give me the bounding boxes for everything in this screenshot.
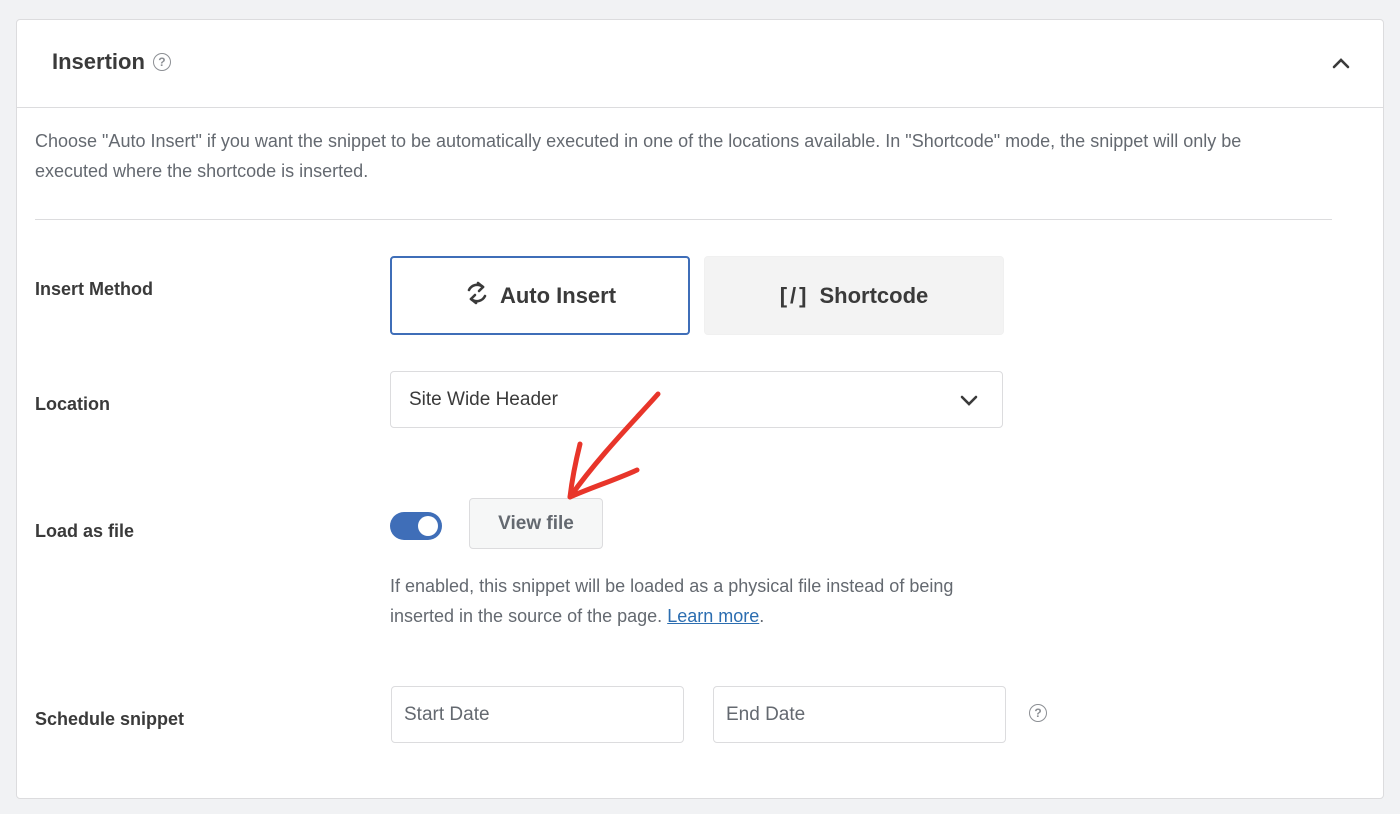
sync-icon xyxy=(464,279,490,313)
chevron-down-icon xyxy=(958,389,980,417)
end-date-input[interactable] xyxy=(713,686,1006,743)
load-as-file-label: Load as file xyxy=(35,521,135,541)
shortcode-label: Shortcode xyxy=(819,282,929,308)
shortcode-button[interactable]: [/] Shortcode xyxy=(704,256,1004,335)
location-selected-value: Site Wide Header xyxy=(409,388,558,410)
auto-insert-label: Auto Insert xyxy=(499,282,617,308)
learn-more-link[interactable]: Learn more xyxy=(667,606,759,626)
location-select[interactable]: Site Wide Header xyxy=(390,371,1003,428)
chevron-up-icon[interactable] xyxy=(1329,52,1353,76)
location-label: Location xyxy=(35,394,110,414)
view-file-button[interactable]: View file xyxy=(469,498,603,549)
panel-header[interactable]: Insertion ? xyxy=(17,20,1383,108)
insert-method-label: Insert Method xyxy=(35,279,154,299)
load-as-file-toggle[interactable] xyxy=(390,512,442,540)
question-circle-icon[interactable]: ? xyxy=(1029,704,1047,722)
panel-title-text: Insertion xyxy=(52,49,145,74)
panel-description: Choose "Auto Insert" if you want the sni… xyxy=(35,131,1242,181)
start-date-input[interactable] xyxy=(391,686,684,743)
panel-title: Insertion ? xyxy=(52,49,171,75)
help-text-period: . xyxy=(759,606,765,626)
shortcode-icon: [/] xyxy=(779,282,810,308)
auto-insert-button[interactable]: Auto Insert xyxy=(390,256,690,335)
question-circle-icon[interactable]: ? xyxy=(152,53,171,71)
section-divider xyxy=(35,219,1332,220)
toggle-knob xyxy=(418,516,438,536)
schedule-snippet-label: Schedule snippet xyxy=(35,709,185,729)
load-as-file-help: If enabled, this snippet will be loaded … xyxy=(390,571,1010,631)
